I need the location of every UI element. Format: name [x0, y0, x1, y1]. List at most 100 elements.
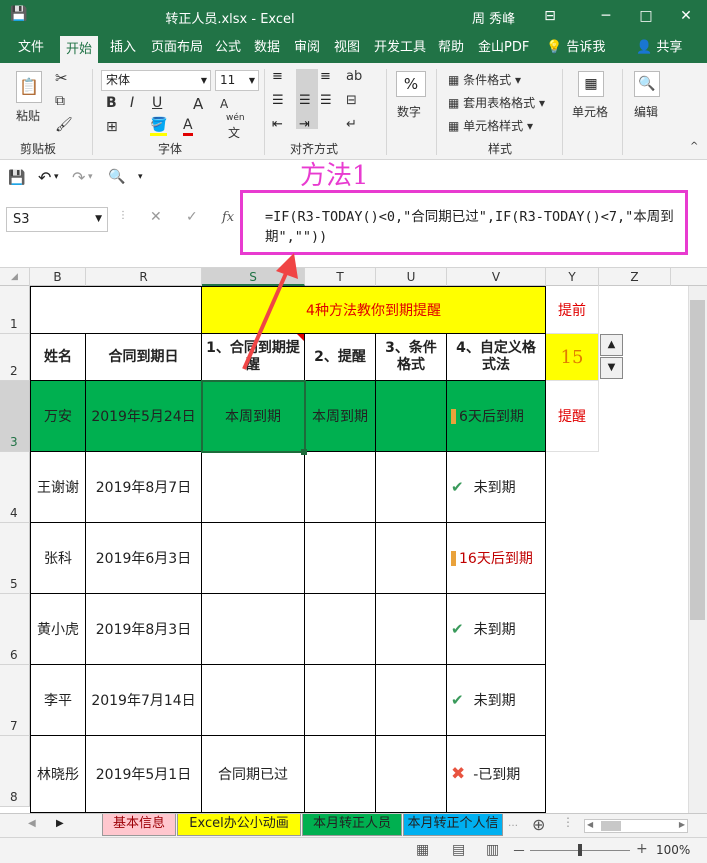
border-icon[interactable]: ⊞: [106, 119, 118, 135]
paste-label[interactable]: 粘贴: [16, 107, 40, 124]
fill-color-icon[interactable]: 🪣: [150, 117, 168, 136]
tab-home[interactable]: 开始: [60, 36, 99, 63]
cell-method2[interactable]: [305, 594, 376, 665]
search-icon[interactable]: 🔍: [634, 71, 660, 97]
cell-method2[interactable]: [305, 523, 376, 594]
tab-insert[interactable]: 插入: [104, 33, 142, 63]
wrap-text-icon[interactable]: ↵: [346, 117, 357, 132]
cell-method4[interactable]: ✔ 未到期: [447, 594, 546, 665]
undo-icon[interactable]: ↶: [38, 168, 51, 187]
cell-y3[interactable]: 提醒: [546, 381, 599, 452]
cell-method3[interactable]: [376, 594, 447, 665]
tab-formulas[interactable]: 公式: [209, 33, 247, 63]
cell-date[interactable]: 2019年8月3日: [86, 594, 202, 665]
cell-name[interactable]: 林晓彤: [30, 736, 86, 813]
customize-qat-icon[interactable]: ▾: [138, 172, 143, 182]
cell-date[interactable]: 2019年5月1日: [86, 736, 202, 813]
decrease-indent-icon[interactable]: ⇤: [272, 117, 283, 132]
grow-font-button[interactable]: A: [193, 95, 203, 113]
cell-method1[interactable]: [202, 523, 305, 594]
tab-file[interactable]: 文件: [12, 33, 50, 63]
merge-center-icon[interactable]: ⊟: [346, 93, 357, 108]
zoom-level[interactable]: 100%: [656, 843, 690, 857]
cell-method4[interactable]: ✖ -已到期: [447, 736, 546, 813]
scroll-right-icon[interactable]: ▶: [679, 820, 685, 829]
cell-date[interactable]: 2019年6月3日: [86, 523, 202, 594]
cell-method2[interactable]: 本周到期: [305, 381, 376, 452]
cell-name[interactable]: 黄小虎: [30, 594, 86, 665]
align-center-icon[interactable]: ☰: [299, 93, 311, 108]
phonetic-button[interactable]: 文: [228, 124, 240, 141]
paste-icon[interactable]: 📋: [16, 71, 42, 103]
cell-name[interactable]: 王谢谢: [30, 452, 86, 523]
cell-y1[interactable]: 提前: [546, 286, 599, 334]
italic-button[interactable]: I: [130, 95, 134, 111]
tab-split-icon[interactable]: ⋮: [562, 815, 574, 829]
align-right-icon[interactable]: ☰: [320, 93, 332, 108]
close-icon[interactable]: ✕: [668, 4, 704, 28]
cell-name[interactable]: 万安: [30, 381, 86, 452]
more-sheets-icon[interactable]: …: [508, 818, 518, 829]
select-all-icon[interactable]: ◢: [0, 268, 30, 286]
column-header-v[interactable]: V: [447, 268, 546, 286]
percent-icon[interactable]: %: [396, 71, 426, 97]
column-header-z[interactable]: Z: [599, 268, 671, 286]
save-icon[interactable]: 💾: [8, 170, 25, 186]
ribbon-display-options-icon[interactable]: ⊟: [532, 4, 568, 28]
horizontal-scrollbar[interactable]: ◀ ▶: [584, 819, 688, 833]
tab-help[interactable]: 帮助: [432, 33, 470, 63]
add-sheet-icon[interactable]: ⊕: [532, 815, 545, 834]
row-header-7[interactable]: 7: [0, 665, 30, 736]
name-box[interactable]: S3 ▼: [6, 207, 108, 232]
normal-view-icon[interactable]: ▦: [416, 842, 429, 858]
header-date[interactable]: 合同到期日: [86, 334, 202, 381]
header-method2[interactable]: 2、提醒: [305, 334, 376, 381]
copy-icon[interactable]: ⧉: [55, 93, 65, 109]
fill-handle[interactable]: [301, 449, 307, 455]
cut-icon[interactable]: ✂: [55, 69, 68, 87]
days-ahead-value[interactable]: 15: [546, 334, 599, 381]
cell-method2[interactable]: [305, 665, 376, 736]
sheet-tab-office-animation[interactable]: Excel办公小动画: [177, 814, 301, 836]
cell-method2[interactable]: [305, 452, 376, 523]
cell-method3[interactable]: [376, 665, 447, 736]
column-header-y[interactable]: Y: [546, 268, 599, 286]
spinner-up-icon[interactable]: ▲: [600, 334, 623, 356]
sheet-tab-monthly-personal[interactable]: 本月转正个人信: [403, 814, 503, 836]
minimize-icon[interactable]: ─: [588, 4, 624, 28]
tab-data[interactable]: 数据: [248, 33, 286, 63]
cell-method4[interactable]: ✔ 未到期: [447, 665, 546, 736]
zoom-out-icon[interactable]: －: [512, 841, 526, 861]
column-header-u[interactable]: U: [376, 268, 447, 286]
row-header-8[interactable]: 8: [0, 736, 30, 807]
cell-method1[interactable]: 合同期已过: [202, 736, 305, 813]
cell-method1[interactable]: [202, 594, 305, 665]
collapse-ribbon-icon[interactable]: ^: [690, 141, 698, 152]
cell-method3[interactable]: [376, 736, 447, 813]
user-name[interactable]: 周 秀峰: [472, 8, 515, 27]
row-header-3[interactable]: 3: [0, 381, 30, 452]
page-break-view-icon[interactable]: ▥: [486, 842, 499, 858]
spinner-down-icon[interactable]: ▼: [600, 357, 623, 379]
font-size-combo[interactable]: 11 ▼: [215, 70, 259, 91]
number-format-button[interactable]: 数字: [397, 103, 421, 120]
font-color-button[interactable]: A: [183, 117, 193, 136]
scroll-left-icon[interactable]: ◀: [587, 820, 593, 829]
tab-review[interactable]: 审阅: [288, 33, 326, 63]
bold-button[interactable]: B: [106, 95, 117, 111]
underline-button[interactable]: U: [152, 95, 162, 111]
align-top-icon[interactable]: ≡: [272, 69, 283, 84]
row-header-5[interactable]: 5: [0, 523, 30, 594]
header-name[interactable]: 姓名: [30, 334, 86, 381]
row-header-6[interactable]: 6: [0, 594, 30, 665]
font-name-combo[interactable]: 宋体 ▼: [101, 70, 211, 91]
format-as-table-button[interactable]: ▦ 套用表格格式 ▾: [448, 94, 545, 111]
cell-date[interactable]: 2019年7月14日: [86, 665, 202, 736]
editing-button[interactable]: 编辑: [634, 103, 658, 120]
align-bottom-icon[interactable]: ≡: [320, 69, 331, 84]
row-header-4[interactable]: 4: [0, 452, 30, 523]
tab-page-layout[interactable]: 页面布局: [145, 33, 209, 63]
tab-developer[interactable]: 开发工具: [368, 33, 432, 63]
cell-method1[interactable]: [202, 452, 305, 523]
cell-method4[interactable]: 6天后到期: [447, 381, 546, 452]
